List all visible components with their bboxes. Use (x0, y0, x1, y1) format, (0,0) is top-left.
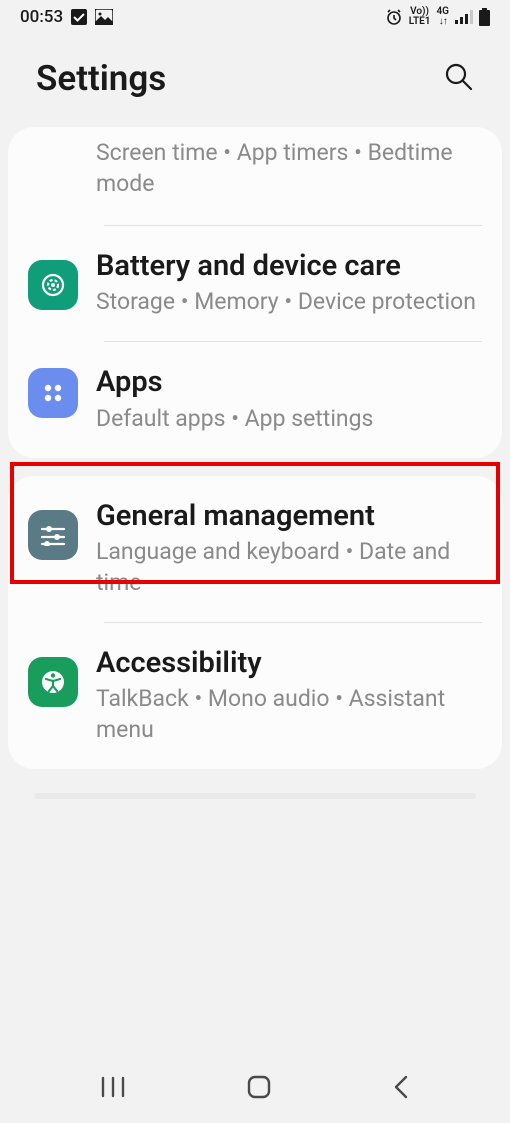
item-subtitle: TalkBack • Mono audio • Assistant menu (96, 683, 482, 745)
item-subtitle: Language and keyboard • Date and time (96, 536, 482, 598)
alarm-icon (385, 8, 403, 26)
scrollbar-hint (34, 793, 476, 799)
battery-icon (479, 8, 490, 26)
item-subtitle: Default apps • App settings (96, 403, 482, 434)
device-care-icon (28, 260, 78, 310)
page-title: Settings (36, 58, 166, 99)
status-left: 00:53 (20, 7, 113, 27)
item-title: Accessibility (96, 645, 482, 681)
status-bar: 00:53 Vo)) LTE1 4G ↓↑ (0, 0, 510, 34)
checkbox-icon (71, 9, 87, 25)
apps-icon (28, 368, 78, 418)
accessibility-icon (28, 657, 78, 707)
status-time: 00:53 (20, 7, 63, 27)
settings-item-battery-device-care[interactable]: Battery and device care Storage • Memory… (8, 226, 502, 341)
settings-item-digital-wellbeing[interactable]: Screen time • App timers • Bedtime mode (8, 127, 502, 225)
network-gen-indicator: 4G ↓↑ (436, 7, 449, 27)
navigation-bar (0, 1053, 510, 1123)
nav-home-button[interactable] (230, 1058, 288, 1119)
signal-icon (455, 10, 473, 24)
general-management-icon (28, 510, 78, 560)
item-title: Apps (96, 364, 482, 400)
back-icon (392, 1074, 410, 1100)
item-subtitle: Screen time • App timers • Bedtime mode (96, 137, 482, 199)
home-icon (246, 1074, 272, 1100)
settings-item-accessibility[interactable]: Accessibility TalkBack • Mono audio • As… (8, 623, 502, 769)
recents-icon (100, 1076, 126, 1098)
nav-recents-button[interactable] (84, 1060, 142, 1117)
nav-back-button[interactable] (376, 1058, 426, 1119)
settings-item-general-management[interactable]: General management Language and keyboard… (8, 476, 502, 622)
status-right: Vo)) LTE1 4G ↓↑ (385, 7, 490, 27)
item-subtitle: Storage • Memory • Device protection (96, 286, 482, 317)
gallery-icon (95, 9, 113, 25)
volte-indicator: Vo)) LTE1 (409, 7, 431, 27)
settings-card: General management Language and keyboard… (8, 476, 502, 770)
settings-card: Screen time • App timers • Bedtime mode … (8, 127, 502, 458)
search-icon (444, 62, 474, 92)
settings-item-apps[interactable]: Apps Default apps • App settings (8, 342, 502, 457)
item-title: General management (96, 498, 482, 534)
search-button[interactable] (444, 62, 474, 95)
settings-list: Screen time • App timers • Bedtime mode … (0, 127, 510, 799)
app-header: Settings (0, 34, 510, 127)
item-title: Battery and device care (96, 248, 482, 284)
